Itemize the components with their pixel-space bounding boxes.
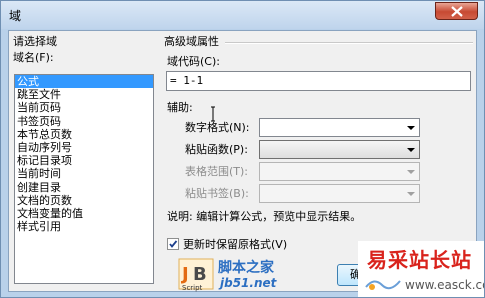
window-title: 域 xyxy=(9,9,22,23)
svg-text:J: J xyxy=(180,264,189,285)
field-list-item[interactable]: 文档变量的值 xyxy=(15,207,153,220)
dropdown-arrow-icon xyxy=(407,126,415,130)
paste-function-select[interactable] xyxy=(259,140,420,159)
jb51-site-name: 脚本之家 xyxy=(218,260,274,276)
field-selection-group: 请选择域 域名(F): 公式 跳至文件 当前页码 书签页码 本节总页数 自动序列号 标记目录… xyxy=(9,31,159,284)
field-list-item[interactable]: 公式 xyxy=(15,75,153,89)
field-names-label: 域名(F): xyxy=(13,51,54,64)
field-list-item[interactable]: 自动序列号 xyxy=(15,141,153,154)
field-list-item[interactable]: 本节总页数 xyxy=(15,128,153,141)
paste-bookmark-label: 粘贴书签(B): xyxy=(185,187,249,200)
field-code-input[interactable]: = 1-1 xyxy=(166,71,471,91)
text-cursor-icon xyxy=(211,106,215,122)
preserve-format-checkbox[interactable] xyxy=(167,238,179,250)
select-field-group-label: 请选择域 xyxy=(13,35,57,48)
field-names-listbox[interactable]: 公式 跳至文件 当前页码 书签页码 本节总页数 自动序列号 标记目录项 当前时间 创建目录 文档的… xyxy=(14,74,154,284)
field-list-item[interactable]: 文档的页数 xyxy=(15,194,153,207)
title-bar: 域 xyxy=(1,1,484,29)
close-button[interactable] xyxy=(435,2,478,20)
easck-watermark: 易采站长站 www.easck.com xyxy=(358,241,484,297)
description-text: 说明: 编辑计算公式，预览中显示结果。 xyxy=(167,210,362,223)
field-dialog-window: 域 请选择域 域名(F): 公式 跳至文件 当前页码 书签页码 本节总页数 自动序列号 标记… xyxy=(0,0,485,298)
field-list-item[interactable]: 跳至文件 xyxy=(15,88,153,101)
field-list-item[interactable]: 样式引用 xyxy=(15,220,153,233)
svg-text:B: B xyxy=(193,264,207,285)
group-separator xyxy=(225,42,473,44)
jb51-url: jb51.net xyxy=(220,276,277,290)
easck-url: www.easck.com xyxy=(405,278,484,292)
field-list-item[interactable]: 当前时间 xyxy=(15,167,153,180)
table-range-select[interactable] xyxy=(259,162,420,181)
number-format-select[interactable] xyxy=(259,118,420,137)
paste-bookmark-select[interactable] xyxy=(259,184,420,203)
field-code-label: 域代码(C): xyxy=(167,55,220,68)
advanced-properties-group-label: 高级域属性 xyxy=(164,35,219,48)
close-icon xyxy=(451,6,463,17)
dropdown-arrow-icon xyxy=(407,170,415,174)
aux-label: 辅助: xyxy=(167,101,193,114)
field-list-item[interactable]: 创建目录 xyxy=(15,181,153,194)
dropdown-arrow-icon xyxy=(407,148,415,152)
easck-decoration xyxy=(365,280,401,290)
number-format-label: 数字格式(N): xyxy=(185,121,250,134)
jb51-script-tag: Script xyxy=(182,284,203,292)
jb51-watermark: J B Script 脚本之家 jb51.net xyxy=(178,256,328,294)
field-list-item[interactable]: 标记目录项 xyxy=(15,154,153,167)
checkmark-icon xyxy=(169,240,178,248)
paste-function-label: 粘贴函数(P): xyxy=(185,143,248,156)
field-list-item[interactable]: 当前页码 xyxy=(15,101,153,114)
table-range-label: 表格范围(T): xyxy=(185,165,249,178)
preserve-format-label: 更新时保留原格式(V) xyxy=(183,238,288,251)
easck-site-name: 易采站长站 xyxy=(367,248,472,272)
dropdown-arrow-icon xyxy=(407,192,415,196)
field-list-item[interactable]: 书签页码 xyxy=(15,115,153,128)
